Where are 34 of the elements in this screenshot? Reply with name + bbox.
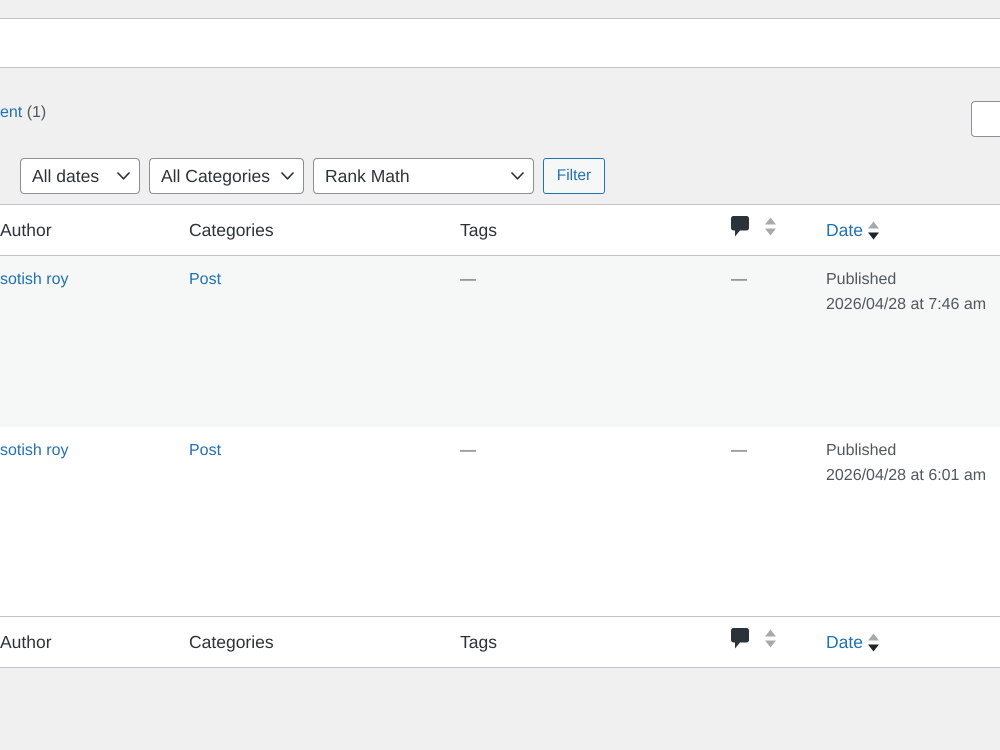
filter-dropdown[interactable]: All Categories	[149, 158, 304, 194]
column-header: Author	[0, 218, 52, 242]
column-header: Author	[0, 630, 52, 654]
search-field[interactable]	[971, 101, 1000, 137]
filter-dropdown[interactable]: All dates	[20, 158, 140, 194]
column-sort-link[interactable]: Date	[826, 628, 863, 656]
filter-button[interactable]: Filter	[543, 158, 605, 194]
comments-value: —	[731, 442, 747, 458]
sort-arrows-icon[interactable]	[868, 632, 879, 652]
column-header: Tags	[460, 630, 497, 654]
column-header: Tags	[460, 218, 497, 242]
filter-dropdown[interactable]: Rank Math	[313, 158, 534, 194]
view-link[interactable]: ent	[0, 104, 22, 121]
chevron-down-icon	[117, 172, 130, 180]
author-link[interactable]: sotish roy	[0, 442, 68, 458]
post-status: Published	[826, 442, 896, 458]
post-date: 2026/04/28 at 7:46 am	[826, 296, 986, 313]
category-link[interactable]: Post	[189, 271, 222, 288]
column-header: Categories	[189, 630, 274, 654]
chevron-down-icon	[281, 172, 294, 180]
tags-value: —	[460, 442, 476, 458]
tags-value: —	[460, 271, 476, 288]
sort-arrows-icon[interactable]	[868, 220, 879, 240]
comments-value: —	[731, 271, 747, 288]
category-link[interactable]: Post	[189, 442, 222, 458]
speech-bubble-icon[interactable]	[731, 628, 749, 649]
view-count: (1)	[26, 104, 46, 121]
chevron-down-icon	[511, 172, 524, 180]
speech-bubble-icon[interactable]	[731, 216, 749, 237]
author-link[interactable]: sotish roy	[0, 271, 68, 288]
column-sort-link[interactable]: Date	[826, 216, 863, 244]
column-header: Categories	[189, 218, 274, 242]
post-date: 2026/04/28 at 6:01 am	[826, 466, 986, 484]
post-status: Published	[826, 271, 896, 288]
